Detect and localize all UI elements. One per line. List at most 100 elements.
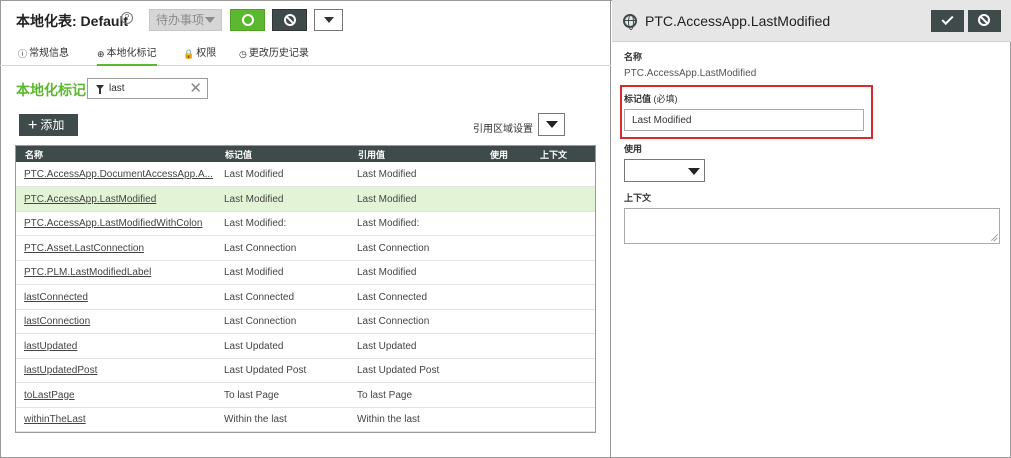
token-value-cell: Last Updated bbox=[224, 340, 284, 352]
token-value-cell: To last Page bbox=[224, 389, 280, 401]
add-label: 添加 bbox=[40, 118, 65, 132]
globe-icon: ⊕ bbox=[97, 49, 105, 59]
token-value-cell: Last Connection bbox=[224, 316, 297, 327]
todo-label: 待办事项 bbox=[156, 13, 205, 27]
token-name-link[interactable]: PTC.AccessApp.LastModifiedWithColon bbox=[24, 218, 202, 229]
token-name-link[interactable]: withinTheLast bbox=[24, 414, 86, 425]
tokens-table: 名称 标记值 引用值 使用 上下文 PTC.AccessApp.Document… bbox=[15, 145, 596, 433]
token-value-cell: Last Modified: bbox=[224, 218, 287, 229]
token-name-link[interactable]: PTC.AccessApp.LastModified bbox=[24, 194, 156, 205]
deactivate-button[interactable] bbox=[272, 9, 307, 31]
table-row[interactable]: PTC.AccessApp.LastModifiedWithColon Last … bbox=[16, 211, 595, 236]
token-value-label-text: 标记值 bbox=[624, 94, 652, 104]
table-row[interactable]: toLastPage To last Page To last Page bbox=[16, 383, 595, 408]
tab-label: 本地化标记 bbox=[106, 48, 157, 59]
tab-label: 常规信息 bbox=[29, 48, 70, 59]
filter-box[interactable]: ✕ bbox=[87, 78, 208, 99]
resize-grip-icon[interactable] bbox=[990, 234, 998, 242]
table-row[interactable]: PTC.PLM.LastModifiedLabel Last Modified La… bbox=[16, 260, 595, 285]
tab-permissions[interactable]: 🔒 权限 bbox=[183, 44, 216, 66]
reference-value-cell: Last Modified bbox=[357, 193, 417, 205]
reference-locale-dropdown[interactable] bbox=[538, 113, 565, 136]
tab-label: 更改历史记录 bbox=[248, 48, 309, 59]
table-header: 名称 标记值 引用值 使用 上下文 bbox=[16, 146, 595, 162]
column-header-token-value[interactable]: 标记值 bbox=[225, 148, 252, 161]
table-row[interactable]: PTC.Asset.LastConnection Last Connection L… bbox=[16, 236, 595, 261]
token-value-cell: Last Modified bbox=[224, 169, 284, 180]
token-name-link[interactable]: PTC.Asset.LastConnection bbox=[24, 243, 144, 254]
table-row[interactable]: lastUpdatedPost Last Updated Post Last Upd… bbox=[16, 358, 595, 383]
table-row[interactable]: PTC.AccessApp.DocumentAccessApp.A... Last… bbox=[16, 162, 595, 187]
chevron-down-icon bbox=[546, 121, 558, 128]
token-value-cell: Last Modified bbox=[224, 193, 284, 205]
add-button[interactable]: + 添加 bbox=[19, 114, 78, 136]
column-header-reference-value[interactable]: 引用值 bbox=[358, 148, 385, 161]
reference-value-cell: Last Updated Post bbox=[357, 365, 440, 376]
token-name-link[interactable]: lastUpdated bbox=[24, 341, 77, 352]
reference-value-cell: Last Modified bbox=[357, 169, 417, 180]
globe-icon bbox=[623, 14, 637, 30]
reference-value-cell: To last Page bbox=[357, 389, 413, 401]
filter-icon bbox=[96, 85, 104, 94]
tab-label: 权限 bbox=[196, 48, 217, 59]
column-header-context[interactable]: 上下文 bbox=[540, 148, 567, 161]
token-name-link[interactable]: PTC.PLM.LastModifiedLabel bbox=[24, 267, 151, 278]
info-icon: ⓘ bbox=[18, 49, 28, 59]
activate-button[interactable] bbox=[230, 9, 265, 31]
help-icon[interactable]: ? bbox=[121, 12, 133, 24]
detail-header: PTC.AccessApp.LastModified bbox=[612, 0, 1011, 42]
chevron-down-icon bbox=[205, 17, 215, 23]
reference-value-cell: Last Updated bbox=[357, 340, 417, 352]
table-row[interactable]: lastConnected Last Connected Last Connecte… bbox=[16, 285, 595, 310]
name-value: PTC.AccessApp.LastModified bbox=[624, 68, 757, 79]
localization-table-pane: 本地化表: Default ? 待办事项 ⓘ常规信息 ⊕本地化标记 🔒权限 bbox=[0, 0, 611, 458]
token-value-cell: Last Modified bbox=[224, 267, 284, 278]
column-header-usage[interactable]: 使用 bbox=[490, 148, 508, 161]
plus-icon: + bbox=[28, 117, 38, 134]
token-value-cell: Last Updated Post bbox=[224, 365, 307, 376]
token-name-link[interactable]: PTC.AccessApp.DocumentAccessApp.A... bbox=[24, 169, 213, 180]
token-name-link[interactable]: lastConnected bbox=[24, 292, 88, 303]
reference-value-cell: Last Connection bbox=[357, 242, 430, 254]
table-row[interactable]: withinTheLast Within the last Within the l… bbox=[16, 407, 595, 432]
usage-label: 使用 bbox=[624, 144, 643, 154]
save-button[interactable] bbox=[931, 10, 964, 32]
filter-input[interactable] bbox=[109, 81, 189, 96]
usage-dropdown[interactable] bbox=[624, 159, 705, 182]
clear-icon[interactable]: ✕ bbox=[189, 80, 202, 97]
page-header: 本地化表: Default ? 待办事项 ⓘ常规信息 ⊕本地化标记 🔒权限 bbox=[0, 0, 611, 66]
token-name-link[interactable]: lastConnection bbox=[24, 316, 90, 327]
ban-icon bbox=[284, 14, 296, 26]
name-label: 名称 bbox=[624, 52, 643, 62]
table-row[interactable]: PTC.AccessApp.LastModified Last Modified L… bbox=[16, 186, 595, 212]
table-row[interactable]: lastConnection Last Connection Last Connec… bbox=[16, 309, 595, 334]
token-name-link[interactable]: lastUpdatedPost bbox=[24, 365, 97, 376]
reference-value-cell: Last Connected bbox=[357, 291, 428, 303]
token-value-cell: Last Connected bbox=[224, 291, 295, 303]
context-textarea[interactable] bbox=[624, 208, 1000, 244]
required-marker: (必填) bbox=[653, 94, 678, 104]
column-header-name[interactable]: 名称 bbox=[25, 148, 43, 161]
token-value-cell: Within the last bbox=[224, 414, 287, 425]
table-row[interactable]: lastUpdated Last Updated Last Updated bbox=[16, 334, 595, 359]
token-name-link[interactable]: toLastPage bbox=[24, 390, 75, 401]
reference-value-cell: Last Modified: bbox=[357, 218, 420, 229]
token-value-label: 标记值 (必填) bbox=[624, 92, 678, 105]
cancel-button[interactable] bbox=[968, 10, 1001, 32]
more-actions-button[interactable] bbox=[314, 9, 343, 31]
section-title: 本地化标记 bbox=[16, 82, 86, 98]
reference-value-cell: Last Modified bbox=[357, 267, 417, 278]
tab-change-history[interactable]: ◷ 更改历史记录 bbox=[239, 44, 309, 66]
check-icon bbox=[941, 12, 954, 26]
todo-dropdown-button[interactable]: 待办事项 bbox=[149, 9, 222, 31]
reference-value-cell: Last Connection bbox=[357, 316, 430, 327]
detail-title: PTC.AccessApp.LastModified bbox=[645, 13, 831, 29]
lock-icon: 🔒 bbox=[183, 49, 195, 59]
token-value-input[interactable] bbox=[624, 109, 864, 131]
tab-localization-tokens[interactable]: ⊕ 本地化标记 bbox=[97, 44, 157, 66]
chevron-down-icon bbox=[324, 17, 334, 23]
ban-icon bbox=[978, 14, 990, 26]
clock-icon: ◷ bbox=[239, 49, 247, 59]
context-label: 上下文 bbox=[624, 193, 652, 203]
tab-general-info[interactable]: ⓘ 常规信息 bbox=[18, 44, 69, 66]
